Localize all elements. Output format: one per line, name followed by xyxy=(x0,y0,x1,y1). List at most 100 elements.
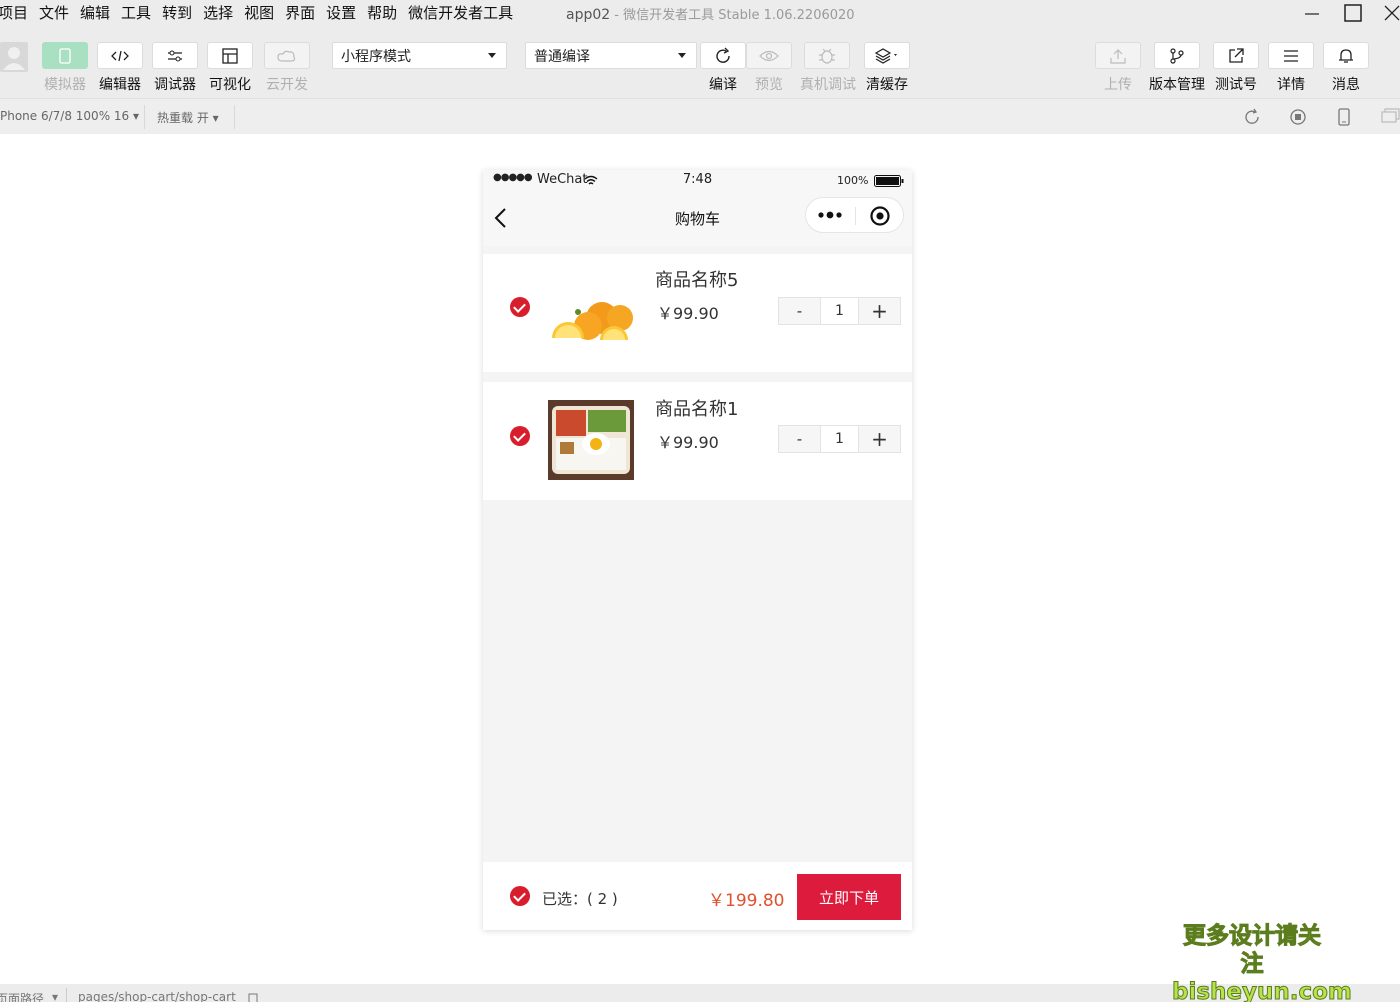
item-checkbox[interactable] xyxy=(510,426,530,446)
visual-button[interactable] xyxy=(207,42,253,69)
editor-button[interactable] xyxy=(97,42,143,69)
chevron-down-icon: ▾ xyxy=(52,990,58,1002)
cart-item: 商品名称5 ￥99.90 - 1 + xyxy=(483,254,912,372)
menu-settings[interactable]: 设置 xyxy=(326,2,356,23)
bento-product-image xyxy=(548,400,634,480)
menu-project[interactable]: 项目 xyxy=(0,2,28,23)
product-price: ￥99.90 xyxy=(657,429,719,453)
menu-interface[interactable]: 界面 xyxy=(285,2,315,23)
nav-bar: 购物车 xyxy=(483,192,912,246)
decrease-button[interactable]: - xyxy=(779,426,820,452)
more-icon[interactable] xyxy=(818,211,844,219)
clear-cache-label: 清缓存 xyxy=(862,74,912,94)
increase-button[interactable]: + xyxy=(859,298,900,324)
window-title: app02 - 微信开发者工具 Stable 1.06.2206020 xyxy=(566,4,855,23)
menu-file[interactable]: 文件 xyxy=(39,2,69,23)
orange-product-image xyxy=(548,274,634,354)
device-select[interactable]: Phone 6/7/8 100% 16 ▾ xyxy=(0,109,139,123)
branch-icon xyxy=(1169,48,1185,64)
app-subtitle: - 微信开发者工具 Stable 1.06.2206020 xyxy=(610,8,854,23)
layers-icon xyxy=(874,48,900,64)
rotate-icon[interactable] xyxy=(1242,107,1262,127)
messages-label: 消息 xyxy=(1323,74,1369,94)
menu-view[interactable]: 视图 xyxy=(244,2,274,23)
mode-select-value: 小程序模式 xyxy=(341,46,411,66)
debugger-label: 调试器 xyxy=(152,74,198,94)
device-select-value: Phone 6/7/8 100% 16 xyxy=(0,109,129,123)
menu-edit[interactable]: 编辑 xyxy=(80,2,110,23)
total-price: ￥199.80 xyxy=(708,886,784,911)
chevron-down-icon: ▾ xyxy=(213,111,219,125)
item-checkbox[interactable] xyxy=(510,297,530,317)
upload-button[interactable] xyxy=(1095,42,1141,69)
watermark: 更多设计请关注 bisheyun.com xyxy=(1172,922,1332,1002)
record-icon[interactable] xyxy=(1288,107,1308,127)
compile-select-value: 普通编译 xyxy=(534,46,590,66)
cloud-icon xyxy=(277,49,297,63)
details-button[interactable] xyxy=(1268,42,1314,69)
chevron-down-icon xyxy=(678,53,686,58)
test-account-label: 测试号 xyxy=(1211,74,1261,94)
menu-devtools[interactable]: 微信开发者工具 xyxy=(408,2,513,23)
mode-select[interactable]: 小程序模式 xyxy=(332,42,507,69)
menu-select[interactable]: 选择 xyxy=(203,2,233,23)
close-button[interactable] xyxy=(1372,0,1400,26)
menu-tools[interactable]: 工具 xyxy=(121,2,151,23)
menu-help[interactable]: 帮助 xyxy=(367,2,397,23)
hot-reload-value: 热重载 开 xyxy=(157,111,209,125)
simulator-button[interactable] xyxy=(42,42,88,69)
eye-icon xyxy=(759,50,779,62)
compile-select[interactable]: 普通编译 xyxy=(525,42,697,69)
debugger-button[interactable] xyxy=(152,42,198,69)
device-icon[interactable] xyxy=(1334,107,1354,127)
page-path: pages/shop-cart/shop-cart xyxy=(78,990,236,1002)
close-icon xyxy=(1384,5,1400,21)
increase-button[interactable]: + xyxy=(859,426,900,452)
cart-footer: 已选：( 2 ) ￥199.80 立即下单 xyxy=(483,862,912,930)
messages-button[interactable] xyxy=(1323,42,1369,69)
window-icon[interactable] xyxy=(1380,107,1400,127)
phone-icon xyxy=(59,48,71,64)
upload-label: 上传 xyxy=(1095,74,1141,94)
quantity-input[interactable]: 1 xyxy=(820,298,859,324)
app-name: app02 xyxy=(566,7,610,23)
cart-item: 商品名称1 ￥99.90 - 1 + xyxy=(483,382,912,500)
selected-count: 已选：( 2 ) xyxy=(542,888,618,909)
clear-cache-button[interactable] xyxy=(864,42,910,69)
copy-icon[interactable] xyxy=(248,993,260,1002)
remote-debug-button[interactable] xyxy=(804,42,850,69)
editor-label: 编辑器 xyxy=(97,74,143,94)
decrease-button[interactable]: - xyxy=(779,298,820,324)
preview-button[interactable] xyxy=(746,42,792,69)
menu-goto[interactable]: 转到 xyxy=(162,2,192,23)
hot-reload-toggle[interactable]: 热重载 开 ▾ xyxy=(157,109,219,126)
compile-label: 编译 xyxy=(700,74,746,94)
user-icon xyxy=(0,42,28,72)
version-button[interactable] xyxy=(1154,42,1200,69)
phone-simulator: ●●●●● WeChat 7:48 100% 购物车 商品名称5 ￥9 xyxy=(483,170,912,930)
refresh-icon xyxy=(714,47,732,65)
cloud-button[interactable] xyxy=(264,42,310,69)
maximize-icon xyxy=(1344,4,1362,22)
layout-icon xyxy=(222,48,238,64)
select-all-checkbox[interactable] xyxy=(510,886,530,906)
compile-button[interactable] xyxy=(700,42,746,69)
place-order-button[interactable]: 立即下单 xyxy=(797,874,901,920)
avatar[interactable] xyxy=(0,42,28,72)
close-miniprogram-icon[interactable] xyxy=(869,205,891,227)
quantity-input[interactable]: 1 xyxy=(820,426,859,452)
path-label[interactable]: 页面路径 xyxy=(0,990,44,1002)
bell-icon xyxy=(1338,48,1354,64)
upload-icon xyxy=(1110,48,1126,64)
test-account-button[interactable] xyxy=(1213,42,1259,69)
menu-bar: 项目 文件 编辑 工具 转到 选择 视图 界面 设置 帮助 微信开发者工具 ap… xyxy=(0,0,1400,26)
menu-list: 项目 文件 编辑 工具 转到 选择 视图 界面 设置 帮助 微信开发者工具 xyxy=(0,2,524,23)
code-icon xyxy=(110,50,130,62)
battery-percent: 100% xyxy=(837,174,868,187)
sliders-icon xyxy=(167,50,183,62)
maximize-button[interactable] xyxy=(1333,0,1373,26)
chevron-down-icon: ▾ xyxy=(133,109,139,123)
preview-label: 预览 xyxy=(746,74,792,94)
minimize-button[interactable] xyxy=(1292,0,1332,26)
remote-debug-label: 真机调试 xyxy=(797,74,859,94)
